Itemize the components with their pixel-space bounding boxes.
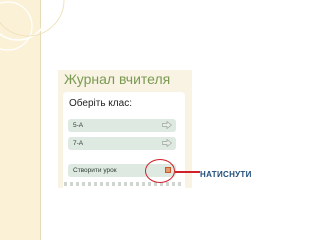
class-item-7a[interactable]: 7-А [68,137,176,150]
click-here-label: НАТИСНУТИ [200,170,252,179]
arrow-right-icon [162,121,172,129]
class-item-5a[interactable]: 5-А [68,119,176,132]
pointer-line [175,171,200,173]
arrow-right-icon [162,139,172,147]
page-title: Журнал вчителя [64,71,171,87]
class-item-label: 7-А [73,140,84,147]
highlight-circle [145,159,175,183]
cropped-footer-text [64,182,182,186]
create-lesson-label: Створити урок [73,167,117,174]
select-class-heading: Оберіть клас: [69,98,132,109]
decorative-arcs [0,0,65,51]
class-item-label: 5-А [73,122,84,129]
